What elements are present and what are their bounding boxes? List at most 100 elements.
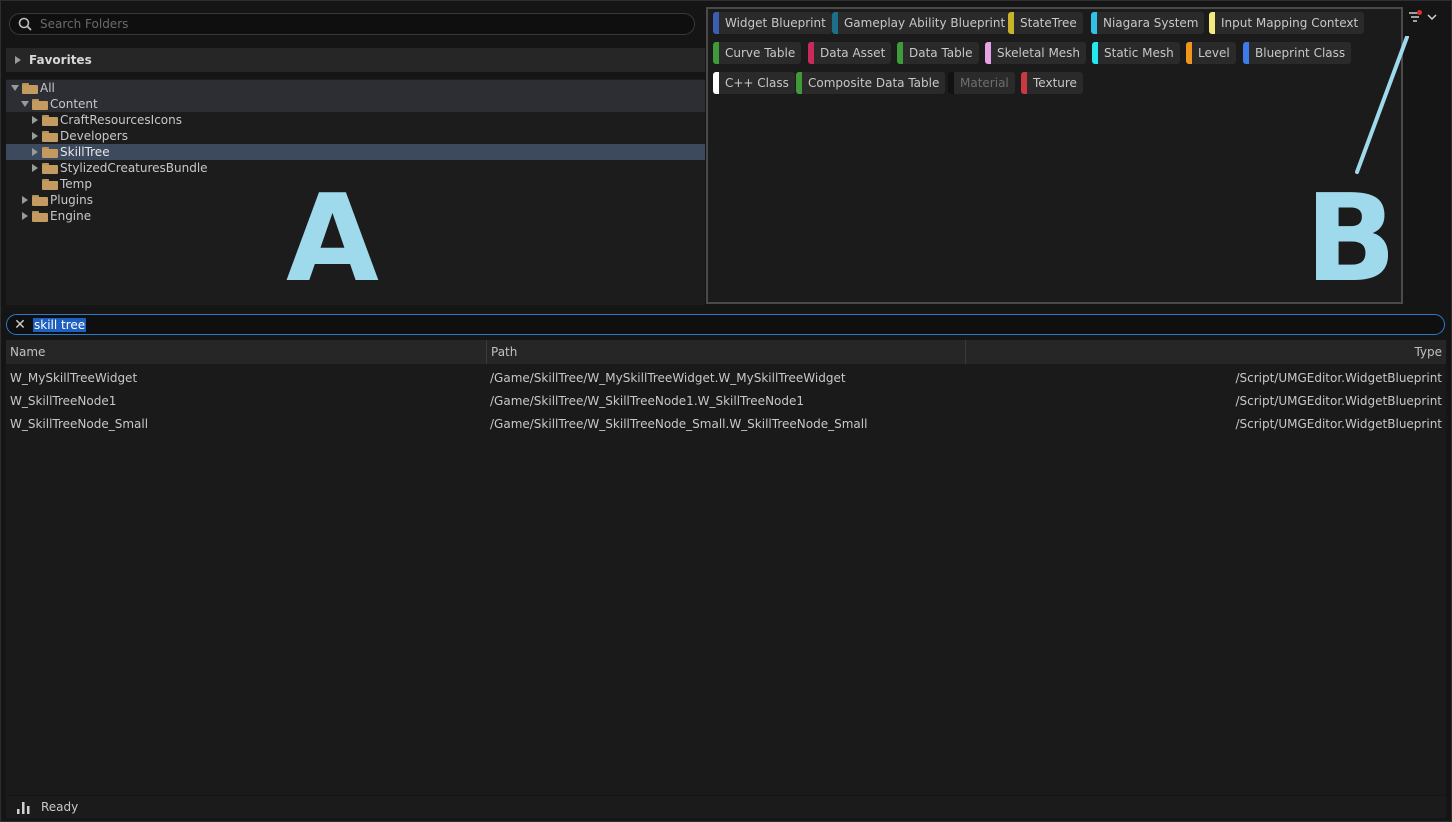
tree-item-label: All [40, 81, 55, 95]
search-icon [18, 17, 32, 31]
folder-icon [32, 194, 48, 206]
column-header-name[interactable]: Name [6, 340, 487, 364]
filter-chip[interactable]: Data Asset [808, 42, 892, 64]
expand-arrow-icon[interactable] [32, 148, 38, 156]
filter-chip-label: Input Mapping Context [1221, 16, 1359, 30]
favorites-label: Favorites [29, 53, 92, 67]
filter-color-bar [796, 72, 802, 94]
cell-path: /Game/SkillTree/W_SkillTreeNode_Small.W_… [490, 416, 868, 431]
asset-search-value[interactable]: skill tree [33, 317, 87, 332]
filter-color-bar [1243, 42, 1249, 64]
filter-chip-label: Level [1198, 46, 1230, 60]
filter-color-bar [897, 42, 903, 64]
expand-arrow-icon[interactable] [32, 116, 38, 124]
filter-chip[interactable]: Skeletal Mesh [985, 42, 1087, 64]
filter-color-bar [948, 72, 954, 94]
tree-item-label: SkillTree [60, 145, 110, 159]
filter-chip-label: Gameplay Ability Blueprint [844, 16, 1006, 30]
table-row[interactable]: W_SkillTreeNode1 /Game/SkillTree/W_Skill… [6, 389, 1446, 412]
filter-color-bar [1021, 72, 1027, 94]
filter-chip-label: StateTree [1020, 16, 1077, 30]
annotation-letter-a: A [286, 170, 379, 309]
filter-chip-label: C++ Class [725, 76, 789, 90]
filter-color-bar [832, 12, 838, 34]
filter-chip[interactable]: Data Table [897, 42, 979, 64]
folder-search-input[interactable] [38, 16, 642, 32]
asset-search-box[interactable]: ✕ skill tree [6, 314, 1445, 335]
results-table: Name Path Type W_MySkillTreeWidget /Game… [6, 340, 1446, 795]
folder-icon [42, 162, 58, 174]
filter-chip[interactable]: Static Mesh [1092, 42, 1180, 64]
folder-icon [32, 210, 48, 222]
expand-arrow-icon[interactable] [15, 56, 21, 64]
filter-color-bar [713, 12, 719, 34]
filter-chip-label: Data Asset [820, 46, 886, 60]
expand-arrow-icon[interactable] [22, 196, 28, 204]
annotation-pointer-line [1355, 36, 1409, 174]
tree-item-label: Temp [60, 177, 92, 191]
filter-color-bar [985, 42, 991, 64]
collapse-arrow-icon[interactable] [21, 101, 29, 107]
filter-chip[interactable]: Input Mapping Context [1209, 12, 1365, 34]
filter-chip-label: Blueprint Class [1255, 46, 1346, 60]
filter-chip-label: Niagara System [1103, 16, 1199, 30]
tree-item-all[interactable]: All [6, 80, 705, 96]
cell-name: W_SkillTreeNode_Small [10, 416, 149, 431]
cell-type: /Script/UMGEditor.WidgetBlueprint [1235, 370, 1442, 385]
filter-chip[interactable]: Level [1186, 42, 1236, 64]
filter-chip-label: Material [960, 76, 1009, 90]
filter-chip-label: Curve Table [725, 46, 796, 60]
expand-arrow-icon[interactable] [22, 212, 28, 220]
tree-item-label: Developers [60, 129, 128, 143]
filter-color-bar [808, 42, 814, 64]
folder-open-icon [32, 98, 48, 110]
filter-chip[interactable]: Niagara System [1091, 12, 1205, 34]
filter-dropdown-button[interactable] [1408, 9, 1438, 25]
filter-chip-label: Composite Data Table [808, 76, 940, 90]
filter-color-bar [1091, 12, 1097, 34]
table-row[interactable]: W_SkillTreeNode_Small /Game/SkillTree/W_… [6, 412, 1446, 435]
folder-icon [42, 114, 58, 126]
table-row[interactable]: W_MySkillTreeWidget /Game/SkillTree/W_My… [6, 366, 1446, 389]
tree-item-label: StylizedCreaturesBundle [60, 161, 208, 175]
filter-chip-label: Static Mesh [1104, 46, 1174, 60]
filter-chip[interactable]: Gameplay Ability Blueprint [832, 12, 1012, 34]
tree-item-developers[interactable]: Developers [6, 128, 705, 144]
status-bar: Ready [6, 796, 1446, 818]
filter-chip[interactable]: Curve Table [713, 42, 802, 64]
filter-chip[interactable]: Blueprint Class [1243, 42, 1352, 64]
clear-search-icon[interactable]: ✕ [10, 317, 30, 333]
filter-chip[interactable]: Material [948, 72, 1015, 94]
filter-chip[interactable]: StateTree [1008, 12, 1083, 34]
cell-name: W_MySkillTreeWidget [10, 370, 138, 385]
folder-open-icon [22, 82, 38, 94]
folder-icon [42, 178, 58, 190]
filter-chip[interactable]: Widget Blueprint [713, 12, 832, 34]
collapse-arrow-icon[interactable] [11, 85, 19, 91]
tree-item-craftresourcesicons[interactable]: CraftResourcesIcons [6, 112, 705, 128]
filter-chip[interactable]: Composite Data Table [796, 72, 946, 94]
tree-item-label: Plugins [50, 193, 93, 207]
filter-chip[interactable]: C++ Class [713, 72, 795, 94]
tree-item-content[interactable]: Content [6, 96, 705, 112]
tree-item-label: Content [50, 97, 98, 111]
filter-color-bar [713, 72, 719, 94]
favorites-section[interactable]: Favorites [6, 48, 705, 72]
tree-item-label: CraftResourcesIcons [60, 113, 183, 127]
folder-icon [42, 146, 58, 158]
filter-chip-label: Data Table [909, 46, 973, 60]
filter-icon [1409, 10, 1422, 22]
cell-type: /Script/UMGEditor.WidgetBlueprint [1235, 393, 1442, 408]
cell-path: /Game/SkillTree/W_MySkillTreeWidget.W_My… [490, 370, 846, 385]
folder-search-box[interactable] [9, 13, 695, 35]
expand-arrow-icon[interactable] [32, 164, 38, 172]
developer-folder-icon [42, 130, 58, 142]
tree-item-skilltree[interactable]: SkillTree [6, 144, 705, 160]
filter-color-bar [1008, 12, 1014, 34]
expand-arrow-icon[interactable] [32, 132, 38, 140]
column-header-type[interactable]: Type [966, 340, 1446, 364]
filter-chip-label: Skeletal Mesh [997, 46, 1081, 60]
filter-chip[interactable]: Texture [1021, 72, 1083, 94]
filter-color-bar [1186, 42, 1192, 64]
column-header-path[interactable]: Path [487, 340, 966, 364]
